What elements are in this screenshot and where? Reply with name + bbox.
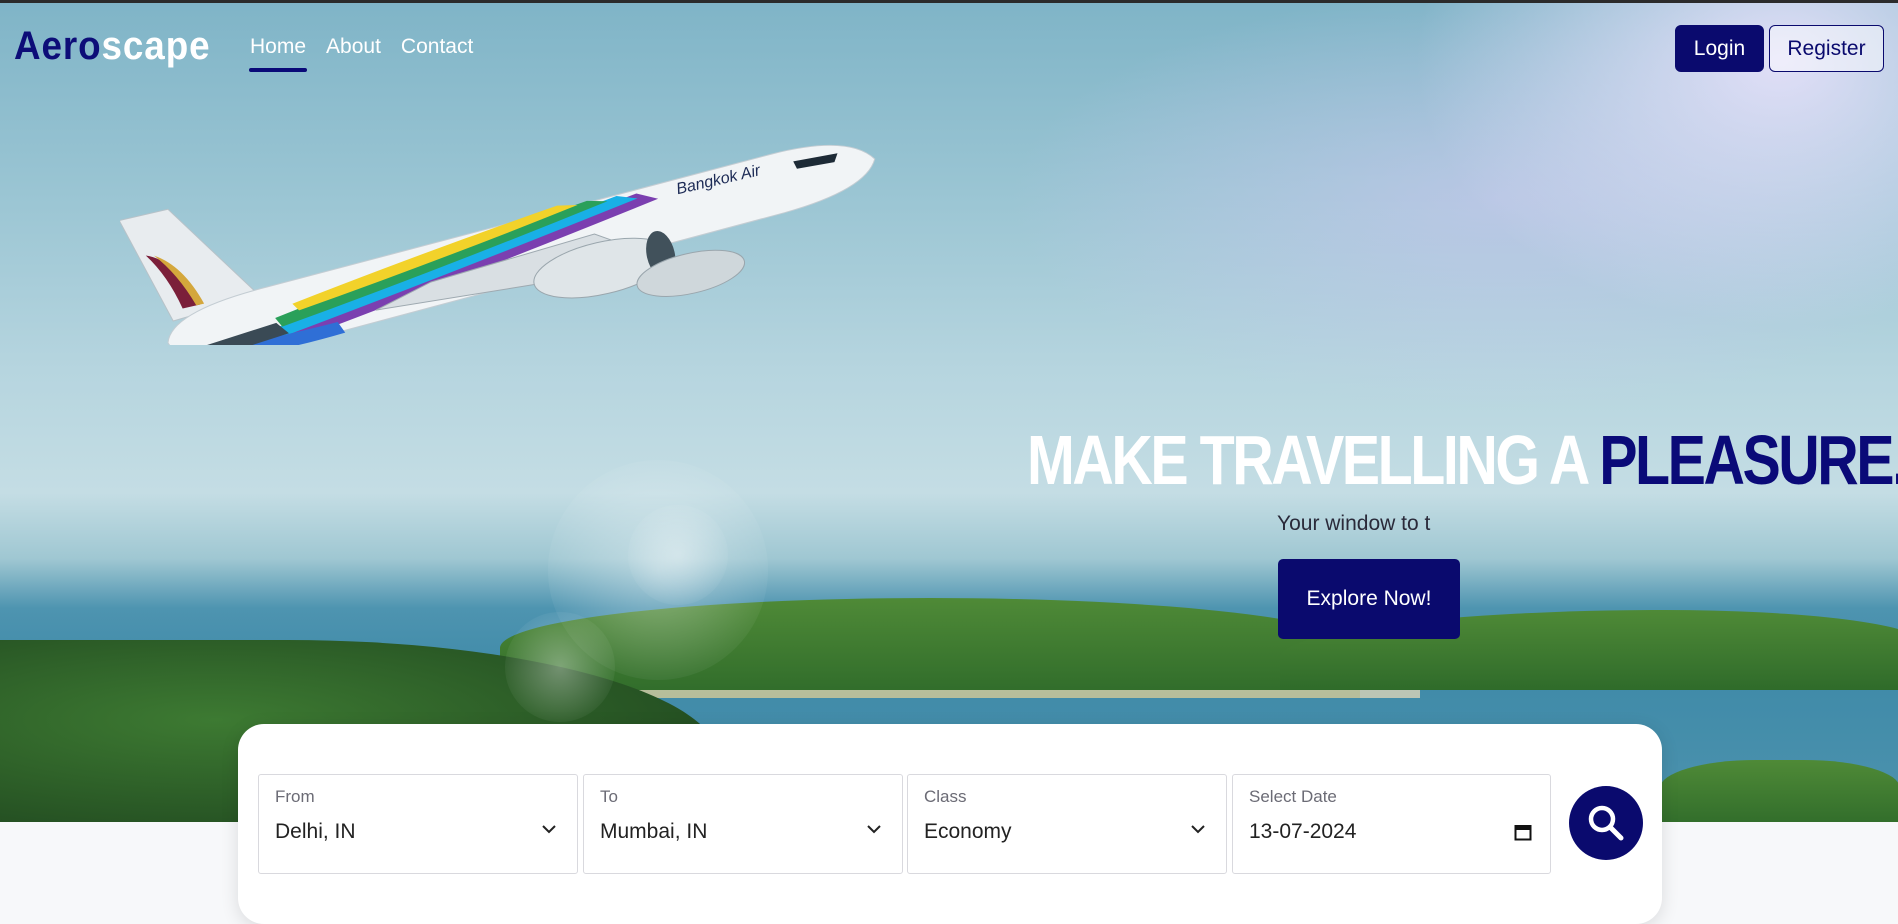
headline-white-text: MAKE TRAVELLING A [1027, 421, 1600, 499]
nav-home[interactable]: Home [248, 35, 308, 72]
chevron-down-icon [1191, 825, 1205, 834]
hero-subtitle: Your window to t [1277, 512, 1431, 535]
top-border [0, 0, 1898, 3]
from-value: Delhi, IN [275, 820, 356, 843]
logo-part-aero: Aero [14, 24, 102, 68]
logo-part-scape: scape [101, 24, 211, 68]
class-value: Economy [924, 820, 1012, 843]
nav-contact[interactable]: Contact [401, 35, 473, 69]
main-nav: Home About Contact [248, 35, 473, 72]
calendar-icon[interactable] [1514, 823, 1532, 841]
login-button[interactable]: Login [1675, 25, 1764, 72]
class-select[interactable]: Class Economy [907, 774, 1227, 874]
class-label: Class [924, 787, 967, 806]
date-label: Select Date [1249, 787, 1337, 806]
chevron-down-icon [867, 825, 881, 834]
brand-logo[interactable]: Aeroscape [14, 24, 210, 69]
beach-strip [560, 690, 1420, 698]
register-button[interactable]: Register [1769, 25, 1884, 72]
search-icon [1588, 805, 1624, 841]
lens-flare [628, 505, 728, 605]
from-select[interactable]: From Delhi, IN [258, 774, 578, 874]
airplane-image: Bangkok Air [120, 144, 876, 345]
date-value: 13-07-2024 [1249, 820, 1357, 843]
hero-headline: MAKE TRAVELLING A PLEASURE. [1027, 425, 1898, 495]
explore-now-button[interactable]: Explore Now! [1278, 559, 1460, 639]
date-input[interactable]: Select Date 13-07-2024 [1232, 774, 1551, 874]
nav-about[interactable]: About [326, 35, 381, 69]
foreground-trees [1660, 760, 1898, 822]
search-button[interactable] [1569, 786, 1643, 860]
lens-flare [505, 612, 615, 722]
to-value: Mumbai, IN [600, 820, 708, 843]
chevron-down-icon [542, 825, 556, 834]
hero-section: Bangkok Air Aeroscape Home About Contact… [0, 0, 1898, 822]
from-label: From [275, 787, 315, 806]
headline-blue-text: PLEASURE. [1599, 421, 1898, 499]
to-select[interactable]: To Mumbai, IN [583, 774, 903, 874]
to-label: To [600, 787, 618, 806]
flight-search-card: From Delhi, IN To Mumbai, IN Class Econo… [238, 724, 1662, 924]
